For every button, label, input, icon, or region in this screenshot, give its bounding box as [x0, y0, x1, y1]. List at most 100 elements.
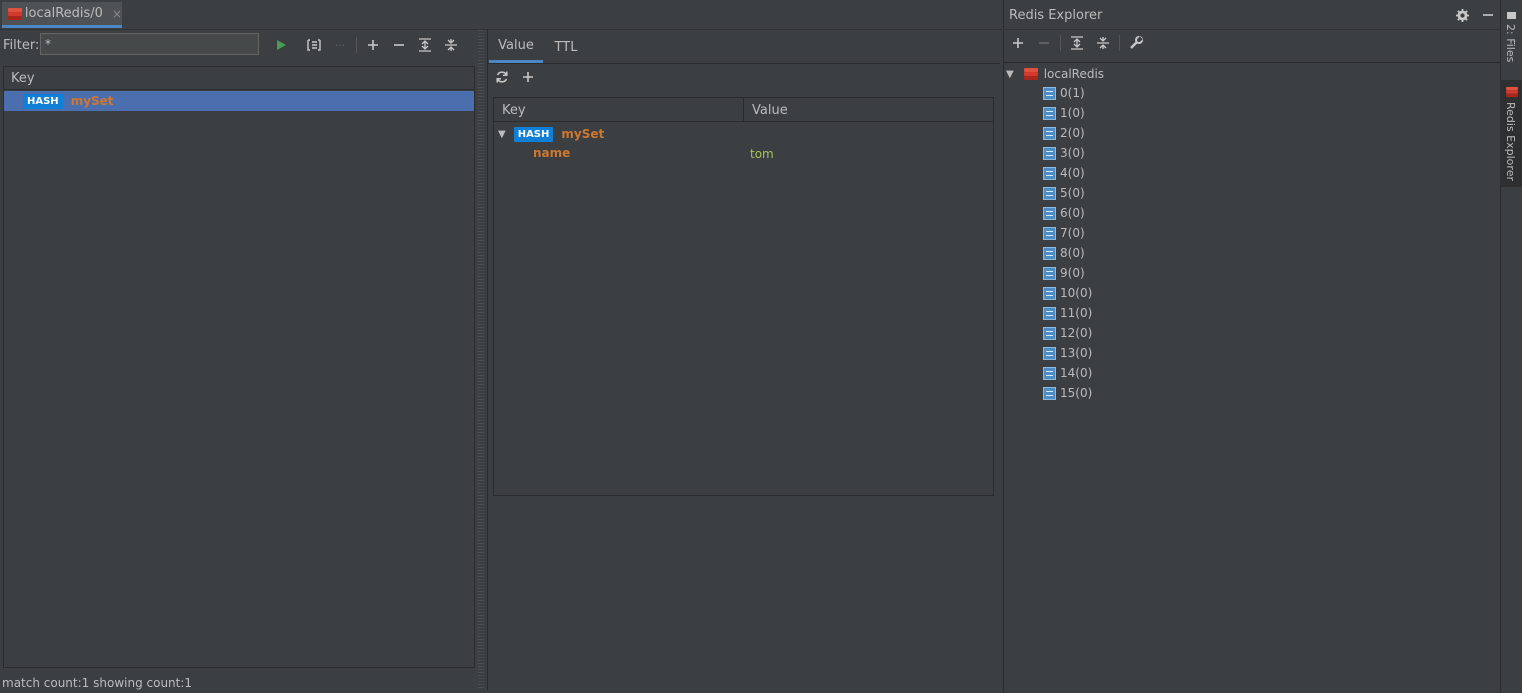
database-label: 11(0) [1060, 306, 1093, 320]
panel-splitter[interactable] [478, 30, 484, 690]
collapse-all-icon[interactable] [1093, 33, 1113, 53]
toolbar-divider-line [1003, 62, 1500, 63]
key-column-header: Key [4, 67, 474, 90]
remove-connection-icon[interactable] [1034, 33, 1054, 53]
column-divider[interactable] [743, 98, 744, 122]
database-icon [1043, 126, 1056, 140]
database-label: 8(0) [1060, 246, 1085, 260]
database-label: 12(0) [1060, 326, 1093, 340]
key-name: mySet [70, 94, 114, 108]
close-icon[interactable]: × [112, 7, 122, 21]
add-key-icon[interactable] [363, 35, 383, 55]
refresh-icon[interactable] [492, 67, 512, 87]
database-node[interactable]: 0(1) [1043, 84, 1085, 102]
tab-divider [487, 63, 1000, 64]
database-node[interactable]: 8(0) [1043, 244, 1085, 262]
tab-value[interactable]: Value [489, 31, 543, 63]
database-icon [1043, 106, 1056, 120]
value-root-name: mySet [561, 127, 605, 141]
database-node[interactable]: 4(0) [1043, 164, 1085, 182]
redis-explorer-tab-label: Redis Explorer [1504, 102, 1517, 181]
database-node[interactable]: 6(0) [1043, 204, 1085, 222]
field-value[interactable]: tom [750, 147, 774, 161]
tool-window-files[interactable]: 2: Files [1500, 12, 1522, 66]
database-node[interactable]: 1(0) [1043, 104, 1085, 122]
database-node[interactable]: 12(0) [1043, 324, 1092, 342]
add-field-icon[interactable] [518, 67, 538, 87]
database-label: 13(0) [1060, 346, 1093, 360]
database-icon [1043, 286, 1056, 300]
database-node[interactable]: 13(0) [1043, 344, 1092, 362]
filter-input[interactable] [40, 33, 259, 55]
database-node[interactable]: 9(0) [1043, 264, 1085, 282]
database-node[interactable]: 15(0) [1043, 384, 1092, 402]
panel-title: Redis Explorer [1009, 8, 1103, 23]
database-label: 6(0) [1060, 206, 1085, 220]
redis-logo-icon [8, 7, 22, 20]
key-column-header: Key [502, 103, 526, 118]
more-icon[interactable]: ··· [330, 35, 350, 55]
database-node[interactable]: 3(0) [1043, 144, 1085, 162]
editor-tab-localredis[interactable]: localRedis/0 × [2, 2, 122, 28]
folder-icon [1507, 12, 1516, 19]
connection-node[interactable]: ▼ localRedis [1006, 66, 1104, 82]
add-connection-icon[interactable] [1008, 33, 1028, 53]
database-icon [1043, 346, 1056, 360]
database-node[interactable]: 11(0) [1043, 304, 1092, 322]
toolbar-divider [1060, 35, 1061, 51]
database-node[interactable]: 10(0) [1043, 284, 1092, 302]
collapse-all-icon[interactable] [441, 35, 461, 55]
redis-logo-icon [1023, 68, 1038, 80]
database-label: 2(0) [1060, 126, 1085, 140]
panel-header-divider [1003, 29, 1500, 30]
expand-all-icon[interactable] [1067, 33, 1087, 53]
view-format-icon[interactable] [304, 35, 324, 55]
toolbar-divider [1119, 35, 1120, 51]
minimize-icon[interactable] [1478, 5, 1498, 25]
wrench-icon[interactable] [1126, 33, 1146, 53]
value-column-header: Value [752, 103, 788, 118]
database-label: 0(1) [1060, 86, 1085, 100]
database-label: 14(0) [1060, 366, 1093, 380]
database-node[interactable]: 5(0) [1043, 184, 1085, 202]
database-icon [1043, 326, 1056, 340]
tool-window-redis-explorer[interactable]: Redis Explorer [1500, 80, 1522, 187]
database-label: 10(0) [1060, 286, 1093, 300]
redis-logo-icon [1506, 86, 1518, 98]
expand-triangle-icon[interactable]: ▼ [498, 129, 506, 140]
gear-icon[interactable] [1452, 5, 1472, 25]
database-label: 9(0) [1060, 266, 1085, 280]
key-row[interactable]: HASH mySet [4, 91, 474, 111]
run-icon[interactable] [271, 35, 291, 55]
remove-key-icon[interactable] [389, 35, 409, 55]
database-node[interactable]: 7(0) [1043, 224, 1085, 242]
database-icon [1043, 246, 1056, 260]
database-label: 5(0) [1060, 186, 1085, 200]
database-icon [1043, 306, 1056, 320]
hash-type-badge: HASH [23, 93, 63, 109]
database-icon [1043, 146, 1056, 160]
database-label: 1(0) [1060, 106, 1085, 120]
database-label: 4(0) [1060, 166, 1085, 180]
database-icon [1043, 226, 1056, 240]
database-node[interactable]: 14(0) [1043, 364, 1092, 382]
database-icon [1043, 386, 1056, 400]
files-tab-label: 2: Files [1504, 24, 1517, 63]
tab-ttl[interactable]: TTL [548, 31, 584, 63]
toolbar-divider [356, 37, 357, 53]
database-label: 15(0) [1060, 386, 1093, 400]
filter-label: Filter: [3, 38, 40, 53]
field-key[interactable]: name [533, 146, 570, 160]
database-label: 3(0) [1060, 146, 1085, 160]
database-node[interactable]: 2(0) [1043, 124, 1085, 142]
database-icon [1043, 206, 1056, 220]
database-icon [1043, 266, 1056, 280]
value-tree-root-row[interactable]: ▼ HASH mySet [498, 124, 604, 144]
value-table-header: Key Value [494, 98, 993, 122]
hash-type-badge: HASH [513, 126, 554, 142]
expand-triangle-icon[interactable]: ▼ [1006, 69, 1014, 80]
value-table: Key Value ▼ HASH mySet name tom [493, 97, 994, 496]
database-icon [1043, 166, 1056, 180]
editor-tab-bar [0, 0, 1002, 30]
expand-all-icon[interactable] [415, 35, 435, 55]
